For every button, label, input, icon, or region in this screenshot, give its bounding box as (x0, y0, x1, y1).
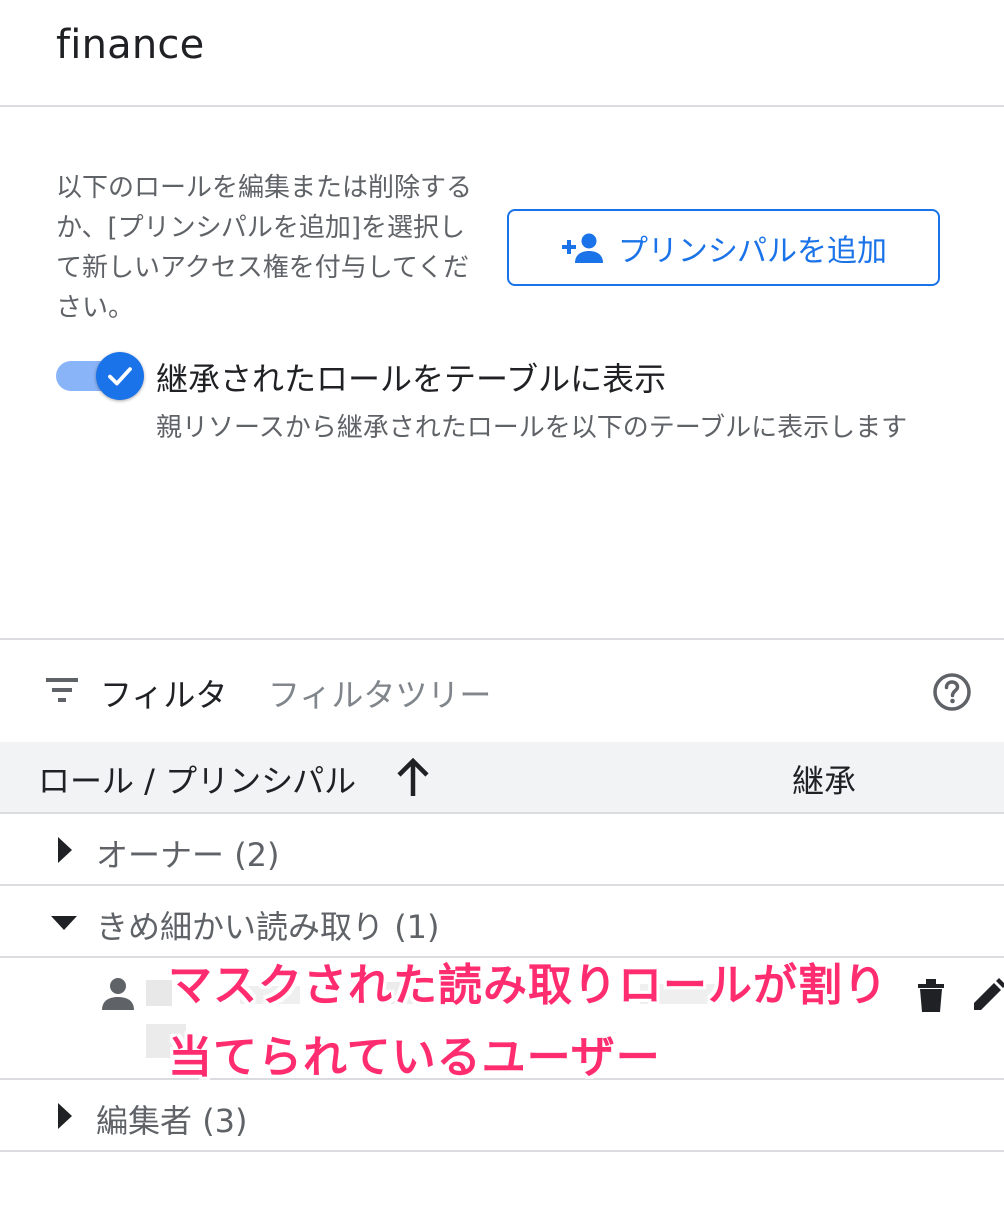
toggle-label: 継承されたロールをテーブルに表示 (156, 360, 667, 398)
masked-email (380, 982, 420, 1004)
row-label: きめ細かい読み取り (1) (96, 902, 440, 948)
table-row[interactable]: オーナー (2) (0, 814, 1004, 886)
principal-row[interactable] (0, 958, 1004, 1078)
filter-input[interactable]: フィルタツリー (268, 670, 491, 716)
check-icon (108, 367, 132, 386)
table-row[interactable]: きめ細かい読み取り (1) (0, 886, 1004, 958)
filter-bar: フィルタ フィルタツリー (0, 640, 1004, 740)
arrow-up-icon[interactable] (394, 757, 432, 802)
help-icon[interactable] (932, 672, 972, 716)
table-header: ロール / プリンシパル 継承 (0, 742, 1004, 812)
toggle-sublabel: 親リソースから継承されたロールを以下のテーブルに表示します (156, 413, 908, 443)
role-name: オーナー (96, 836, 225, 874)
person-add-icon (560, 232, 604, 264)
column-header-inherit: 継承 (792, 762, 857, 800)
role-count: (1) (394, 908, 440, 946)
inherited-roles-toggle[interactable] (56, 352, 146, 400)
masked-email (146, 980, 172, 1006)
pencil-icon[interactable] (970, 976, 1004, 1018)
masked-email (640, 984, 720, 1004)
toggle-thumb (96, 352, 144, 400)
row-label: オーナー (2) (96, 830, 280, 876)
role-name: 編集者 (96, 1102, 193, 1140)
filter-label: フィルタ (100, 676, 228, 714)
masked-email (240, 986, 300, 1004)
intro-description: 以下のロールを編集または削除するか、[プリンシパルを追加]を選択して新しいアクセ… (56, 173, 473, 323)
person-icon (100, 976, 136, 1016)
row-label: 編集者 (3) (96, 1096, 248, 1142)
caret-right-icon[interactable] (52, 834, 76, 870)
row-divider (0, 1150, 1004, 1152)
filter-list-icon[interactable] (46, 676, 80, 708)
table-row[interactable]: 編集者 (3) (0, 1080, 1004, 1152)
role-count: (3) (202, 1102, 248, 1140)
page-title: finance (56, 22, 205, 68)
masked-email (146, 1024, 186, 1058)
caret-down-icon[interactable] (48, 910, 80, 938)
caret-right-icon[interactable] (52, 1100, 76, 1136)
header-divider (0, 105, 1004, 107)
add-principal-label: プリンシパルを追加 (617, 233, 888, 269)
role-count: (2) (234, 836, 280, 874)
add-principal-button[interactable]: プリンシパルを追加 (507, 209, 940, 286)
role-name: きめ細かい読み取り (96, 908, 385, 946)
trash-icon[interactable] (914, 976, 948, 1018)
column-header-role[interactable]: ロール / プリンシパル (38, 756, 356, 802)
